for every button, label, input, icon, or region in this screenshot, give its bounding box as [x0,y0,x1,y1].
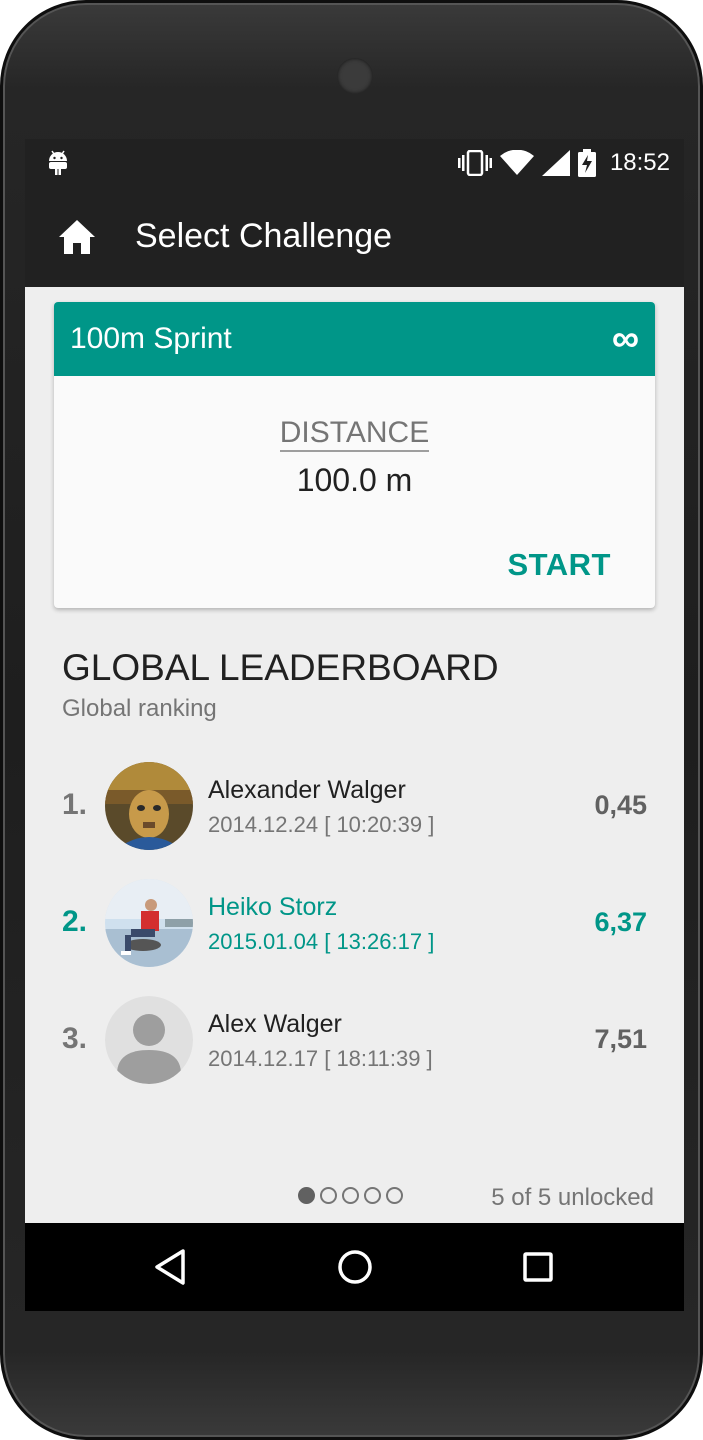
rank-number: 1. [62,788,88,821]
player-score: 0,45 [594,790,647,820]
phone-frame: 18:52 Select Challenge 100m Sprint ∞ DIS… [0,0,703,1440]
player-score: 7,51 [594,1024,647,1054]
rank-number: 3. [62,1022,88,1055]
page-dot[interactable] [342,1187,359,1204]
player-name: Alexander Walger [208,776,406,804]
leaderboard-row[interactable]: 3. Alex Walger 2014.12.17 [ 18:11:39 ] 7… [25,996,684,1086]
distance-label: DISTANCE [54,416,655,452]
home-icon[interactable] [57,217,97,257]
app-bar: Select Challenge [25,187,684,287]
status-time: 18:52 [609,149,670,176]
player-name: Alex Walger [208,1010,342,1038]
avatar [105,762,193,850]
rank-number: 2. [62,905,88,938]
challenge-card[interactable]: 100m Sprint ∞ DISTANCE 100.0 m START [54,302,655,608]
home-circle-icon[interactable] [335,1247,375,1287]
leaderboard-row[interactable]: 1. Alexander Walger 2014.12.24 [ 10:20:3… [25,762,684,852]
signal-icon [541,150,570,176]
player-date: 2015.01.04 [ 13:26:17 ] [208,929,435,954]
recents-icon[interactable] [518,1247,558,1287]
navigation-bar [25,1223,684,1311]
page-dot-active[interactable] [298,1187,315,1204]
leaderboard-subtitle: Global ranking [62,695,217,722]
leaderboard-title: GLOBAL LEADERBOARD [62,647,499,688]
back-icon[interactable] [151,1247,191,1287]
player-date: 2014.12.17 [ 18:11:39 ] [208,1046,433,1071]
page-indicator[interactable] [298,1187,403,1204]
battery-charging-icon [577,149,596,177]
page-dot[interactable] [364,1187,381,1204]
wifi-icon [499,150,534,175]
distance-value: 100.0 m [296,462,413,498]
avatar [105,879,193,967]
android-icon [49,150,67,175]
default-avatar-icon [105,996,193,1084]
status-bar: 18:52 [25,139,684,187]
player-score: 6,37 [594,907,647,937]
vibrate-icon [457,150,492,176]
player-date: 2014.12.24 [ 10:20:39 ] [208,812,435,837]
player-name: Heiko Storz [208,893,338,921]
infinity-icon: ∞ [611,318,639,360]
unlocked-count: 5 of 5 unlocked [491,1184,654,1211]
page-dot[interactable] [320,1187,337,1204]
front-camera [337,58,373,94]
challenge-name: 100m Sprint [70,322,232,355]
distance-label-text: DISTANCE [279,416,430,452]
start-button[interactable]: START [507,547,611,583]
leaderboard-row[interactable]: 2. Heiko Storz 2015.01.04 [ 13:26:17 ] 6 [25,879,684,969]
page-dot[interactable] [386,1187,403,1204]
challenge-card-header: 100m Sprint ∞ [54,302,655,376]
page-title: Select Challenge [135,217,393,255]
screen: 18:52 Select Challenge 100m Sprint ∞ DIS… [25,139,684,1311]
